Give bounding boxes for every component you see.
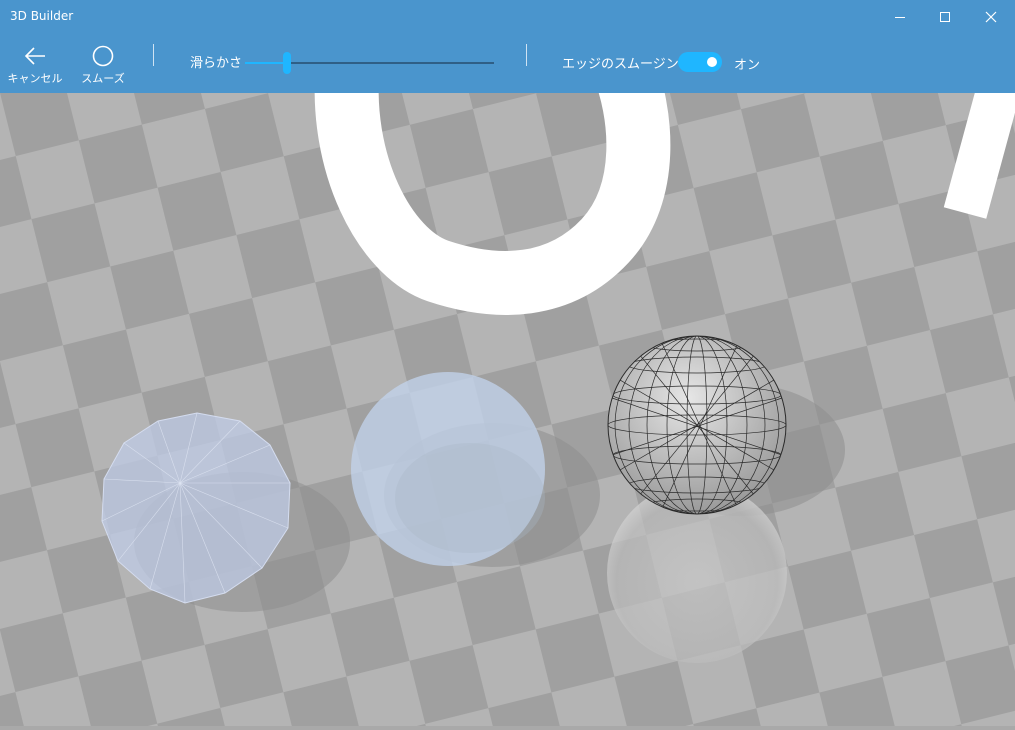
- scene-canvas: [0, 31, 1015, 726]
- toolbar-separator: [153, 44, 154, 66]
- smoothness-label: 滑らかさ: [190, 56, 243, 71]
- cancel-button[interactable]: キャンセル: [7, 34, 63, 93]
- arrow-left-icon: [24, 47, 45, 65]
- app-title: 3D Builder: [10, 9, 74, 23]
- toggle-knob: [707, 57, 717, 67]
- edge-smoothing-label: エッジのスムージング: [562, 57, 692, 72]
- toolbar-separator: [526, 44, 527, 66]
- smoothness-slider-fill: [245, 62, 288, 64]
- smooth-button[interactable]: スムーズ: [80, 34, 126, 93]
- edge-smoothing-toggle[interactable]: [678, 52, 722, 72]
- smooth-toolbar: キャンセル スムーズ 滑らかさ エッジのスムージング オン: [0, 34, 1015, 93]
- circle-icon: [92, 45, 114, 67]
- title-bar: 3D Builder: [0, 0, 1015, 34]
- smoothness-slider-thumb[interactable]: [283, 52, 292, 74]
- 3d-viewport[interactable]: [0, 31, 1015, 726]
- minimize-icon: [895, 17, 905, 18]
- edge-smoothing-state: オン: [734, 58, 761, 73]
- smooth-label: スムーズ: [81, 72, 125, 85]
- wireframe-sphere[interactable]: [607, 335, 787, 515]
- smooth-sphere[interactable]: [351, 372, 545, 566]
- close-button[interactable]: [968, 0, 1014, 34]
- cancel-label: キャンセル: [7, 72, 63, 85]
- maximize-icon: [940, 12, 950, 22]
- close-icon: [985, 11, 997, 23]
- maximize-button[interactable]: [922, 0, 968, 34]
- minimize-button[interactable]: [877, 0, 923, 34]
- smoothness-slider[interactable]: [245, 52, 494, 74]
